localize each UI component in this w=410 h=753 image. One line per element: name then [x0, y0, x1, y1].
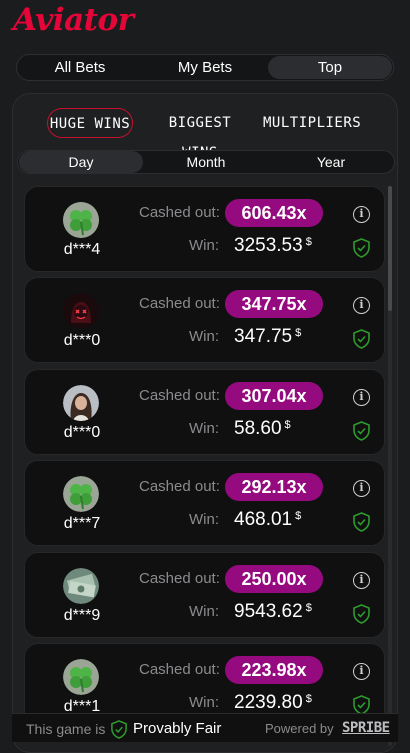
provably-fair-shield-icon[interactable] [352, 238, 371, 258]
clover-avatar [63, 476, 99, 512]
currency-symbol: $ [305, 236, 312, 248]
cashed-out-label: Cashed out: [139, 478, 220, 495]
aviator-logo[interactable]: Aviator [13, 2, 134, 38]
username: d***9 [63, 607, 101, 624]
top-bets-panel: HUGE WINS BIGGEST WINS MULTIPLIERS Day M… [12, 93, 398, 753]
info-icon[interactable]: i [353, 480, 370, 497]
cashed-out-label: Cashed out: [139, 570, 220, 587]
multiplier-badge: 223.98x [225, 656, 323, 684]
currency-symbol: $ [295, 327, 302, 339]
spribe-logo[interactable]: SPRIBE [342, 720, 390, 736]
tab-my-bets[interactable]: My Bets [142, 56, 268, 79]
provably-fair-shield-icon[interactable] [352, 421, 371, 441]
app-header: Aviator [0, 0, 410, 40]
multiplier-badge: 307.04x [225, 382, 323, 410]
bet-card: d***4 Cashed out: 606.43x Win: 3253.53 $ … [24, 186, 385, 272]
username: d***0 [63, 424, 101, 441]
masked-figure-avatar [63, 293, 99, 329]
win-amount: 347.75 $ [234, 326, 302, 347]
win-amount: 58.60 $ [234, 418, 291, 439]
provably-fair-link[interactable]: Provably Fair [133, 720, 221, 737]
multiplier-badge: 606.43x [225, 199, 323, 227]
woman-photo-avatar [63, 385, 99, 421]
win-amount: 3253.53 $ [234, 235, 312, 256]
provably-fair-shield-icon[interactable] [352, 604, 371, 624]
bet-card: d***7 Cashed out: 292.13x Win: 468.01 $ i [24, 460, 385, 546]
provably-fair-shield-icon[interactable] [110, 720, 128, 739]
win-label: Win: [189, 328, 219, 345]
username: d***0 [63, 332, 101, 349]
multiplier-badge: 347.75x [225, 290, 323, 318]
provably-fair-shield-icon[interactable] [352, 695, 371, 715]
currency-symbol: $ [305, 602, 312, 614]
win-label: Win: [189, 237, 219, 254]
bet-card: d***0 Cashed out: 347.75x Win: 347.75 $ i [24, 277, 385, 363]
win-label: Win: [189, 420, 219, 437]
tab-top[interactable]: Top [268, 56, 392, 79]
currency-symbol: $ [284, 419, 291, 431]
win-label: Win: [189, 694, 219, 711]
cashed-out-label: Cashed out: [139, 387, 220, 404]
win-amount: 468.01 $ [234, 509, 302, 530]
tab-year[interactable]: Year [269, 151, 393, 173]
cashed-out-label: Cashed out: [139, 295, 220, 312]
info-icon[interactable]: i [353, 206, 370, 223]
list-scrollbar[interactable] [388, 186, 392, 746]
period-tabs: Day Month Year [17, 150, 395, 174]
win-label: Win: [189, 603, 219, 620]
username: d***4 [63, 241, 101, 258]
tab-huge-wins[interactable]: HUGE WINS [47, 108, 133, 138]
currency-symbol: $ [295, 510, 302, 522]
provably-fair-shield-icon[interactable] [352, 512, 371, 532]
win-amount: 2239.80 $ [234, 692, 312, 713]
cashed-out-label: Cashed out: [139, 204, 220, 221]
clover-avatar [63, 202, 99, 238]
info-icon[interactable]: i [353, 663, 370, 680]
tab-all-bets[interactable]: All Bets [18, 56, 142, 79]
tab-biggest-wins[interactable]: BIGGEST WINS [147, 108, 253, 161]
username: d***7 [63, 515, 101, 532]
footer-game-is-text: This game is [26, 721, 106, 737]
tab-day[interactable]: Day [19, 151, 143, 173]
win-amount: 9543.62 $ [234, 601, 312, 622]
cashed-out-label: Cashed out: [139, 661, 220, 678]
tab-month[interactable]: Month [143, 151, 269, 173]
powered-by-text: Powered by [265, 721, 334, 736]
bet-card: d***9 Cashed out: 250.00x Win: 9543.62 $ … [24, 552, 385, 638]
money-avatar [63, 568, 99, 604]
footer-bar: This game is Provably Fair Powered by SP… [12, 713, 398, 742]
clover-avatar [63, 659, 99, 695]
provably-fair-shield-icon[interactable] [352, 329, 371, 349]
currency-symbol: $ [305, 693, 312, 705]
scrollbar-thumb[interactable] [388, 186, 392, 311]
tab-multipliers[interactable]: MULTIPLIERS [263, 108, 361, 138]
multiplier-badge: 250.00x [225, 565, 323, 593]
info-icon[interactable]: i [353, 297, 370, 314]
main-tabs: All Bets My Bets Top [16, 54, 394, 81]
multiplier-badge: 292.13x [225, 473, 323, 501]
info-icon[interactable]: i [353, 572, 370, 589]
bet-card: d***0 Cashed out: 307.04x Win: 58.60 $ i [24, 369, 385, 455]
info-icon[interactable]: i [353, 389, 370, 406]
win-label: Win: [189, 511, 219, 528]
